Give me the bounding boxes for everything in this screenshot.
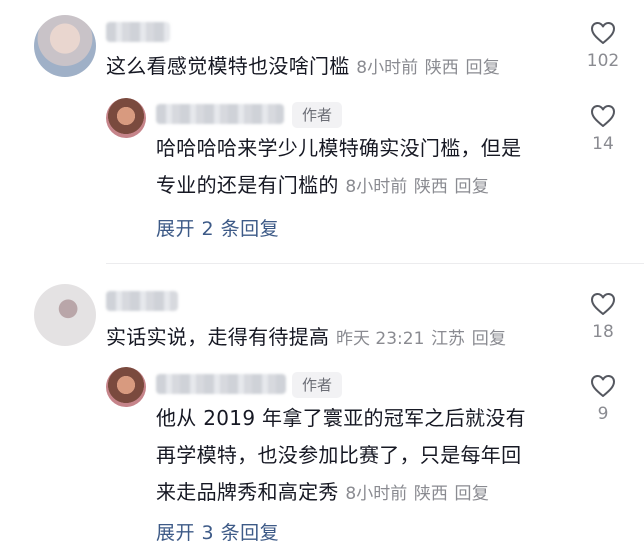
author-badge: 作者 (292, 102, 343, 128)
comment-time: 昨天 23:21 (335, 329, 425, 349)
reply-line-with-meta: 来走品牌秀和高定秀 8小时前 陕西 回复 (156, 474, 526, 513)
reply-line: 他从 2019 年拿了寰亚的冠军之后就没有 (156, 406, 526, 430)
heart-icon (591, 22, 615, 44)
reply-line: 来走品牌秀和高定秀 (156, 480, 339, 504)
reply-text[interactable]: 哈哈哈哈来学少儿模特确实没门槛，但是 专业的还是有门槛的 8小时前 陕西 回复 (156, 130, 521, 206)
like-button[interactable]: 102 (573, 21, 633, 71)
reply-button[interactable]: 回复 (455, 177, 490, 197)
reply-text[interactable]: 他从 2019 年拿了寰亚的冠军之后就没有 再学模特，也没参加比赛了，只是每年回… (156, 400, 526, 513)
username-blurred[interactable] (106, 22, 170, 42)
reply-location: 陕西 (413, 484, 448, 504)
comment-text[interactable]: 实话实说，走得有待提高 昨天 23:21 江苏 回复 (106, 319, 506, 358)
divider (106, 263, 644, 264)
comment-location: 陕西 (424, 58, 459, 78)
like-count: 9 (597, 404, 609, 424)
like-button[interactable]: 14 (573, 104, 633, 154)
expand-replies-button[interactable]: 展开 2 条回复 (156, 214, 279, 241)
reply-line: 再学模特，也没参加比赛了，只是每年回 (156, 443, 522, 467)
avatar[interactable] (34, 284, 96, 346)
like-button[interactable]: 18 (573, 292, 633, 342)
author-name-blurred[interactable] (156, 104, 284, 124)
expand-replies-button[interactable]: 展开 3 条回复 (156, 518, 279, 545)
author-badge: 作者 (292, 372, 343, 398)
author-avatar[interactable] (106, 367, 146, 407)
heart-icon (591, 293, 615, 315)
author-avatar[interactable] (106, 98, 146, 138)
comment-body: 这么看感觉模特也没啥门槛 (106, 54, 350, 78)
comment-text[interactable]: 这么看感觉模特也没啥门槛 8小时前 陕西 回复 (106, 48, 500, 87)
reply-time: 8小时前 (345, 484, 408, 504)
username-blurred[interactable] (106, 291, 178, 311)
comment-location: 江苏 (431, 329, 466, 349)
like-button[interactable]: 9 (573, 374, 633, 424)
reply-line: 专业的还是有门槛的 (156, 173, 339, 197)
author-name-blurred[interactable] (156, 374, 286, 394)
heart-icon (591, 105, 615, 127)
heart-icon (591, 375, 615, 397)
comment-time: 8小时前 (356, 58, 419, 78)
reply-button[interactable]: 回复 (465, 58, 500, 78)
reply-location: 陕西 (413, 177, 448, 197)
reply-button[interactable]: 回复 (472, 329, 507, 349)
avatar[interactable] (34, 15, 96, 77)
reply-line: 哈哈哈哈来学少儿模特确实没门槛，但是 (156, 136, 522, 160)
reply-time: 8小时前 (345, 177, 408, 197)
reply-button[interactable]: 回复 (455, 484, 490, 504)
comment-body: 实话实说，走得有待提高 (106, 325, 330, 349)
like-count: 102 (586, 51, 620, 71)
reply-line-with-meta: 专业的还是有门槛的 8小时前 陕西 回复 (156, 167, 521, 206)
like-count: 14 (592, 134, 614, 154)
like-count: 18 (592, 322, 614, 342)
